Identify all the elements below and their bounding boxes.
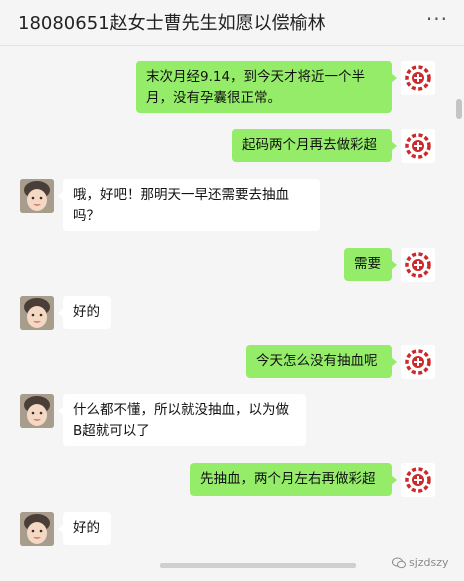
- message-bubble[interactable]: 好的: [58, 512, 111, 545]
- more-options-icon[interactable]: ···: [426, 7, 448, 31]
- wechat-logo-icon: [392, 557, 406, 568]
- child-photo-icon: [20, 296, 54, 330]
- message-row: 今天怎么没有抽血呢: [0, 345, 452, 379]
- child-photo-icon: [20, 179, 54, 213]
- message-bubble[interactable]: 今天怎么没有抽血呢: [246, 345, 397, 378]
- message-row: 需要: [0, 248, 452, 282]
- my-avatar[interactable]: [401, 345, 435, 379]
- contact-avatar[interactable]: [20, 394, 54, 428]
- chat-title: 18080651赵女士曹先生如愿以偿榆林: [18, 13, 326, 34]
- my-avatar[interactable]: [401, 248, 435, 282]
- child-photo-icon: [20, 512, 54, 546]
- contact-avatar[interactable]: [20, 179, 54, 213]
- bagua-logo-icon: [401, 129, 435, 163]
- my-avatar[interactable]: [401, 129, 435, 163]
- message-bubble[interactable]: 起码两个月再去做彩超: [232, 129, 397, 162]
- chat-header: 18080651赵女士曹先生如愿以偿榆林 ···: [0, 0, 464, 46]
- message-list[interactable]: 末次月经9.14，到今天才将近一个半月，没有孕囊很正常。 起码两个月再去做彩超: [0, 46, 464, 581]
- message-row: 末次月经9.14，到今天才将近一个半月，没有孕囊很正常。: [0, 61, 452, 113]
- message-row: 好的: [0, 296, 452, 330]
- horizontal-scroll-indicator: [160, 563, 356, 568]
- message-row: 先抽血，两个月左右再做彩超: [0, 463, 452, 497]
- bagua-logo-icon: [401, 61, 435, 95]
- message-bubble[interactable]: 末次月经9.14，到今天才将近一个半月，没有孕囊很正常。: [136, 61, 397, 113]
- child-photo-icon: [20, 394, 54, 428]
- contact-avatar[interactable]: [20, 296, 54, 330]
- message-bubble[interactable]: 哦，好吧！那明天一早还需要去抽血吗？: [58, 179, 320, 231]
- bagua-logo-icon: [401, 345, 435, 379]
- watermark-text: sjzdszy: [409, 556, 449, 569]
- message-bubble[interactable]: 好的: [58, 296, 111, 329]
- message-row: 什么都不懂，所以就没抽血，以为做B超就可以了: [0, 394, 452, 446]
- bagua-logo-icon: [401, 248, 435, 282]
- my-avatar[interactable]: [401, 463, 435, 497]
- message-row: 哦，好吧！那明天一早还需要去抽血吗？: [0, 179, 452, 231]
- contact-avatar[interactable]: [20, 512, 54, 546]
- message-bubble[interactable]: 什么都不懂，所以就没抽血，以为做B超就可以了: [58, 394, 306, 446]
- message-bubble[interactable]: 先抽血，两个月左右再做彩超: [190, 463, 397, 496]
- scrollbar-thumb[interactable]: [456, 99, 462, 119]
- message-row: 好的: [0, 512, 452, 546]
- bagua-logo-icon: [401, 463, 435, 497]
- watermark: sjzdszy: [392, 556, 449, 569]
- message-bubble[interactable]: 需要: [344, 248, 397, 281]
- message-row: 起码两个月再去做彩超: [0, 129, 452, 163]
- my-avatar[interactable]: [401, 61, 435, 95]
